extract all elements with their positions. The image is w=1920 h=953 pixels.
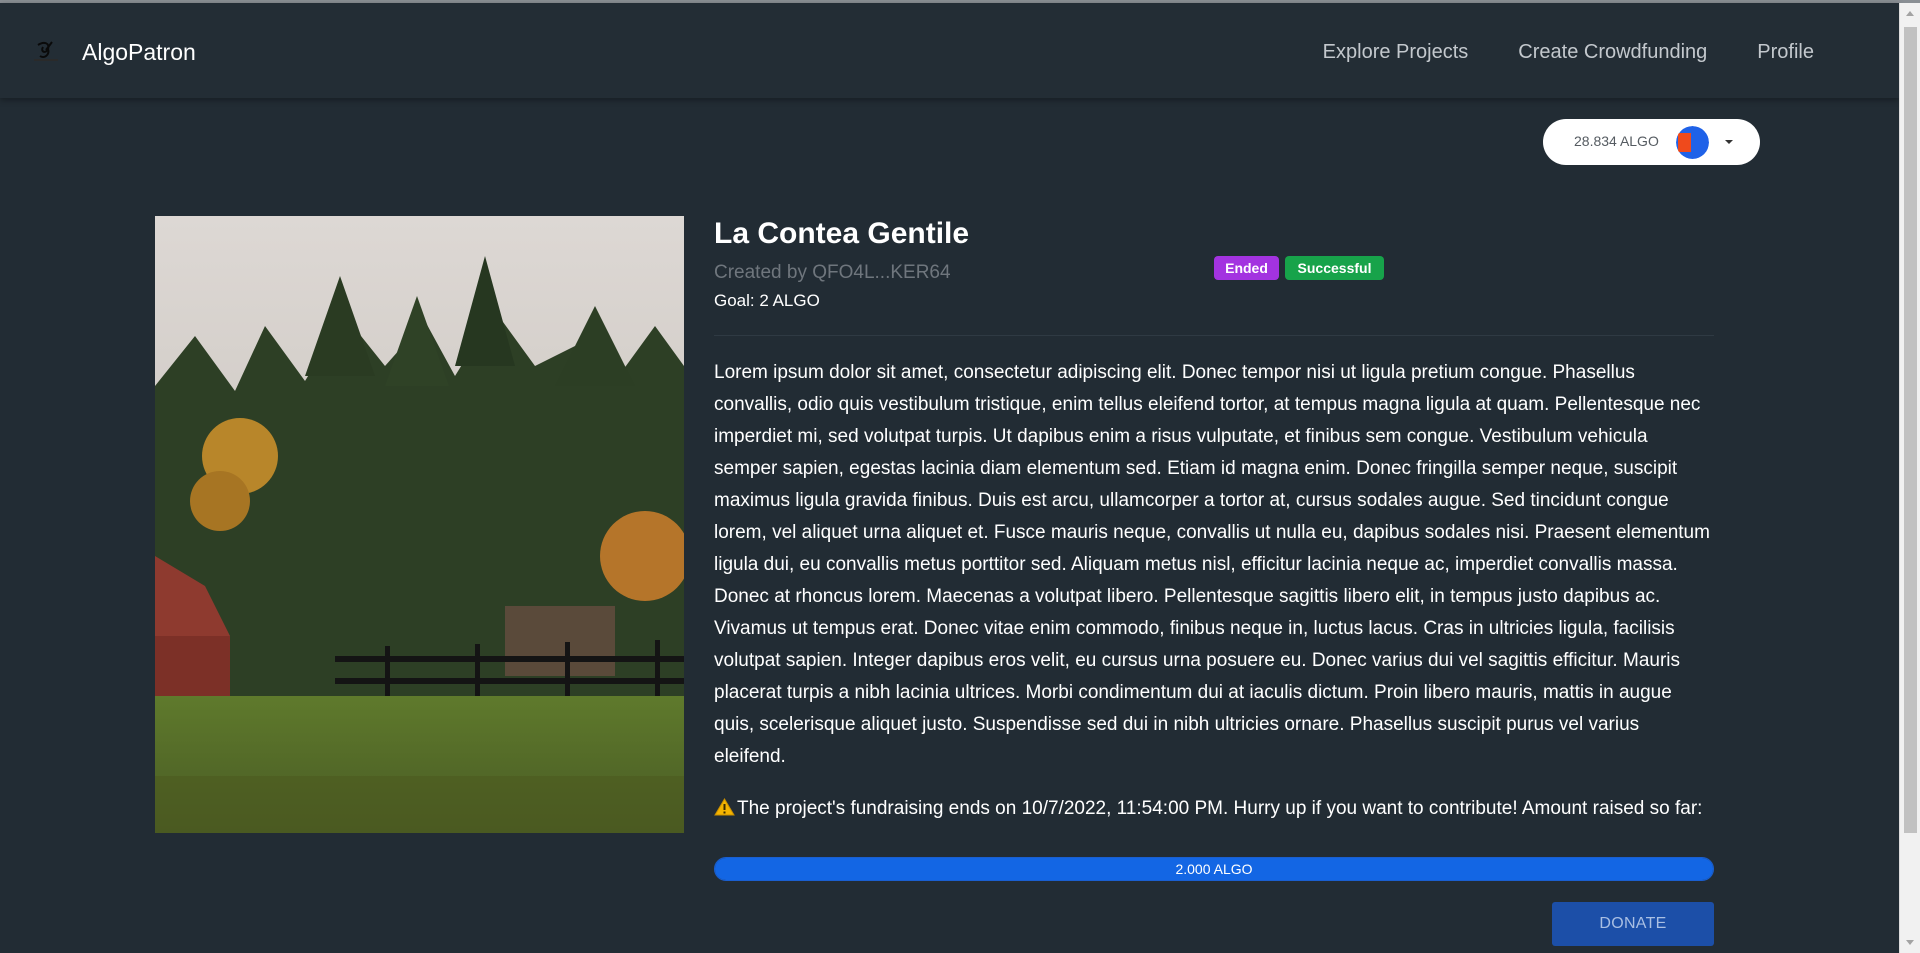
fundraising-notice: The project's fundraising ends on 10/7/2… xyxy=(714,793,1716,825)
scroll-down-icon[interactable] xyxy=(1906,940,1914,945)
scrollbar-thumb[interactable] xyxy=(1904,27,1917,833)
scroll-up-icon[interactable] xyxy=(1906,11,1914,16)
algopatron-logo-icon[interactable] xyxy=(30,39,62,65)
nav-create-crowdfunding[interactable]: Create Crowdfunding xyxy=(1518,41,1707,64)
brand-name[interactable]: AlgoPatron xyxy=(82,39,196,66)
nav-profile[interactable]: Profile xyxy=(1757,41,1814,64)
status-badge-ended: Ended xyxy=(1214,256,1279,280)
project-title: La Contea Gentile xyxy=(714,217,970,250)
project-creator[interactable]: Created by QFO4L...KER64 xyxy=(714,262,951,284)
nav-links: Explore Projects Create Crowdfunding Pro… xyxy=(1323,41,1814,64)
avatar-icon xyxy=(1676,126,1709,159)
divider xyxy=(714,335,1714,336)
vertical-scrollbar[interactable] xyxy=(1899,3,1920,953)
wallet-dropdown[interactable]: 28.834 ALGO xyxy=(1543,119,1760,165)
project-goal: Goal: 2 ALGO xyxy=(714,291,820,310)
donate-button[interactable]: DONATE xyxy=(1552,902,1714,946)
landscape-image xyxy=(155,216,684,833)
project-description: Lorem ipsum dolor sit amet, consectetur … xyxy=(714,362,1710,767)
navbar: AlgoPatron Explore Projects Create Crowd… xyxy=(0,3,1899,98)
wallet-avatar xyxy=(1676,126,1709,159)
funding-progress-bar: 2.000 ALGO xyxy=(714,857,1714,881)
warning-icon xyxy=(714,798,735,816)
status-badge-successful: Successful xyxy=(1285,256,1384,280)
project-image xyxy=(155,216,684,833)
wallet-balance: 28.834 ALGO xyxy=(1574,133,1659,149)
caret-down-icon[interactable] xyxy=(1725,140,1733,144)
progress-label: 2.000 ALGO xyxy=(1175,861,1253,877)
fundraising-notice-text: The project's fundraising ends on 10/7/2… xyxy=(737,798,1703,819)
nav-explore-projects[interactable]: Explore Projects xyxy=(1323,41,1469,64)
